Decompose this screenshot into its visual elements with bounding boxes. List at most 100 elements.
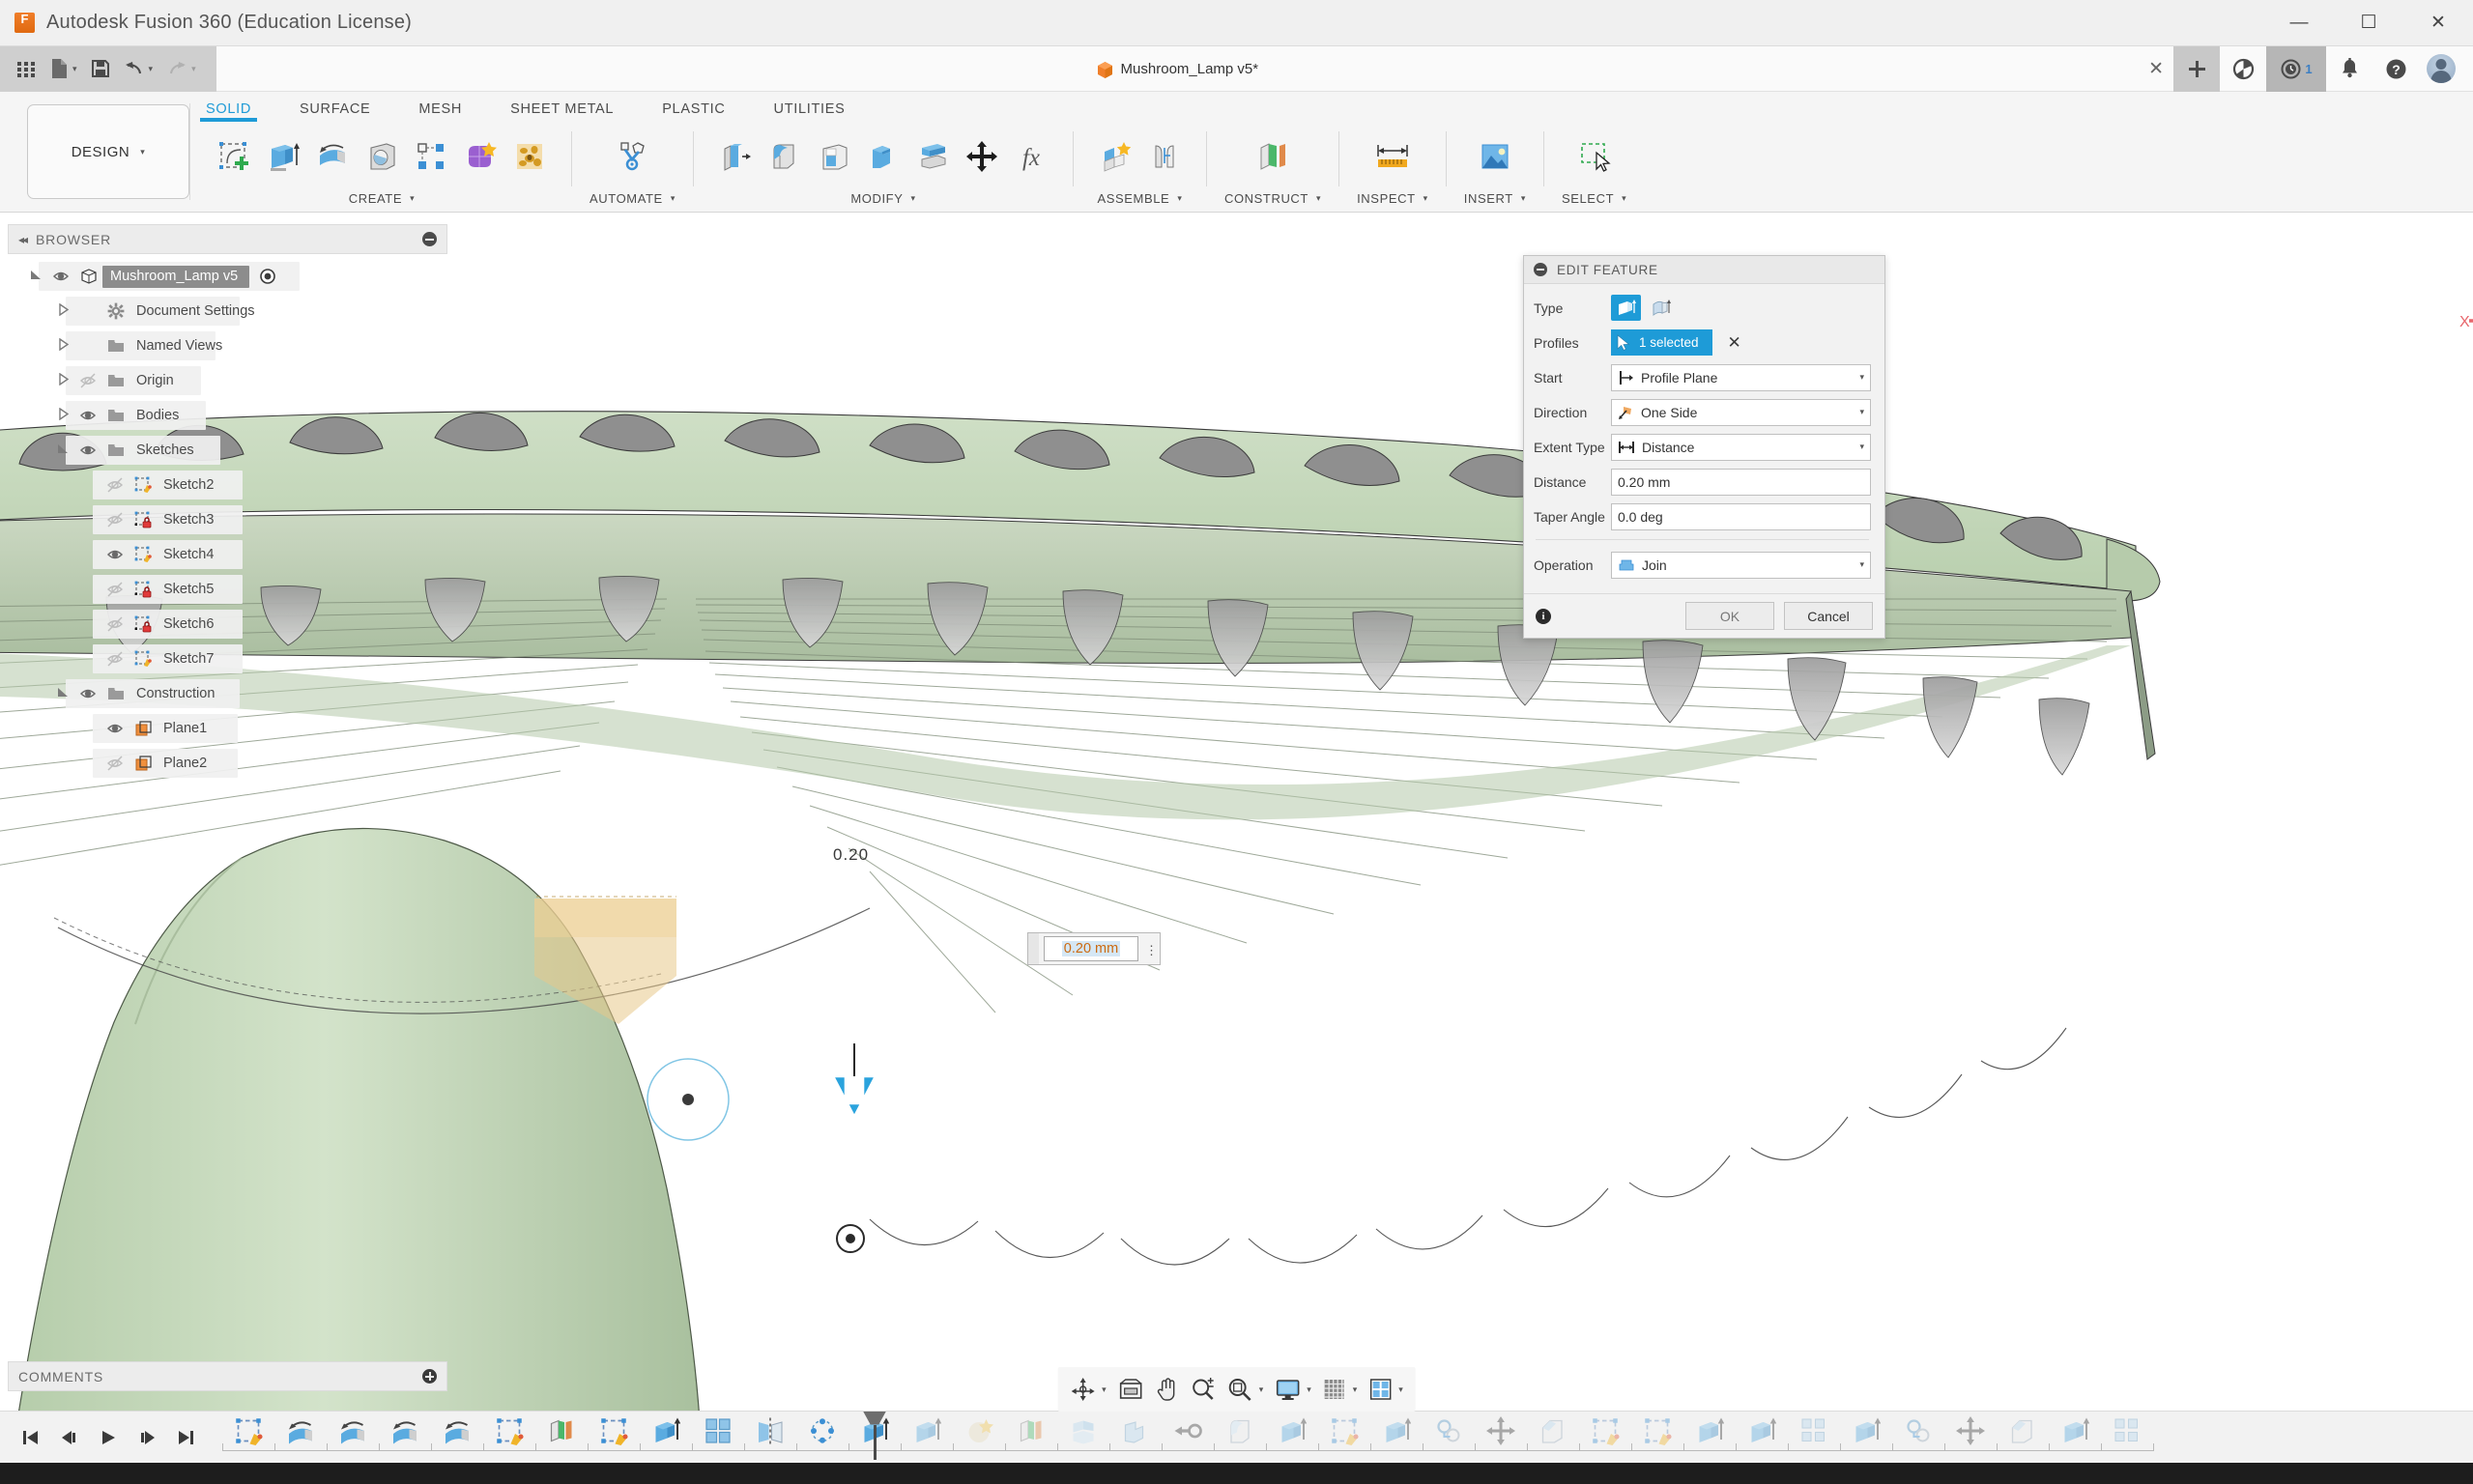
timeline-feature-mirror-icon[interactable] xyxy=(744,1413,796,1448)
change-parameters-icon[interactable]: fx xyxy=(1007,132,1055,181)
maximize-button[interactable]: ☐ xyxy=(2334,0,2403,46)
new-sketch-icon[interactable] xyxy=(210,132,258,181)
grid-snaps-icon[interactable]: ▾ xyxy=(1318,1371,1363,1408)
browser-item-sketch7[interactable]: Sketch7 xyxy=(8,642,447,676)
ribbon-group-construct-label[interactable]: CONSTRUCT ▾ xyxy=(1224,191,1321,212)
add-comment-icon[interactable] xyxy=(422,1369,437,1384)
move-copy-icon[interactable] xyxy=(958,132,1006,181)
browser-item-sketch5[interactable]: Sketch5 xyxy=(8,572,447,607)
twisty-expanded-icon[interactable] xyxy=(52,442,73,458)
browser-item-sketch4[interactable]: Sketch4 xyxy=(8,537,447,572)
go-to-beginning-icon[interactable] xyxy=(14,1420,48,1455)
twisty-collapsed-icon[interactable] xyxy=(52,302,73,319)
visibility-off-icon[interactable] xyxy=(73,372,102,389)
undo-icon[interactable]: ▾ xyxy=(117,52,160,86)
viewports-icon[interactable]: ▾ xyxy=(1364,1371,1408,1408)
pan-icon[interactable] xyxy=(1151,1371,1184,1408)
fit-view-icon[interactable] xyxy=(1113,1371,1149,1408)
workspace-selector[interactable]: DESIGN ▾ xyxy=(27,104,189,199)
dimension-input-field[interactable]: 0.20 mm xyxy=(1044,936,1138,961)
visibility-on-icon[interactable] xyxy=(73,407,102,424)
timeline-feature-combine-icon[interactable] xyxy=(1109,1413,1162,1448)
zoom-window-icon[interactable]: ▾ xyxy=(1222,1371,1269,1408)
generative-design-icon[interactable] xyxy=(505,132,554,181)
browser-item-sketches[interactable]: Sketches xyxy=(8,433,447,468)
timeline-feature-extrude-icon[interactable] xyxy=(1370,1413,1423,1448)
pattern-icon[interactable] xyxy=(407,132,455,181)
drag-grip-icon[interactable] xyxy=(1028,933,1039,964)
chevron-down-icon[interactable]: ▾ xyxy=(191,64,196,73)
joint-icon[interactable] xyxy=(1140,132,1189,181)
browser-item-sketch3[interactable]: Sketch3 xyxy=(8,502,447,537)
visibility-off-icon[interactable] xyxy=(101,511,129,528)
chevron-down-icon[interactable]: ▾ xyxy=(1859,407,1864,417)
ribbon-group-create-label[interactable]: CREATE ▾ xyxy=(349,191,416,212)
ribbon-group-inspect-label[interactable]: INSPECT ▾ xyxy=(1357,191,1428,212)
taper-angle-input[interactable]: 0.0 deg xyxy=(1611,502,1871,530)
ribbon-group-select-label[interactable]: SELECT ▾ xyxy=(1562,191,1626,212)
chevron-down-icon[interactable]: ▾ xyxy=(149,64,154,73)
timeline-feature-extrude-icon[interactable] xyxy=(640,1413,692,1448)
timeline-feature-sketch-icon[interactable] xyxy=(1631,1413,1683,1448)
comments-panel[interactable]: COMMENTS xyxy=(8,1361,447,1391)
tab-sheet-metal[interactable]: SHEET METAL xyxy=(504,101,619,122)
orbit-icon[interactable]: ▾ xyxy=(1065,1371,1111,1408)
visibility-on-icon[interactable] xyxy=(101,720,129,737)
timeline-feature-extrude-icon[interactable] xyxy=(1266,1413,1318,1448)
timeline-feature-pattern-icon[interactable] xyxy=(2101,1413,2153,1448)
timeline-feature-extrude-icon[interactable] xyxy=(1840,1413,1892,1448)
timeline-feature-sketch-icon[interactable] xyxy=(588,1413,640,1448)
visibility-off-icon[interactable] xyxy=(101,615,129,633)
browser-item-construction[interactable]: Construction xyxy=(8,676,447,711)
timeline-feature-sketch-icon[interactable] xyxy=(1579,1413,1631,1448)
twisty-collapsed-icon[interactable] xyxy=(52,337,73,354)
new-component-icon[interactable] xyxy=(1091,132,1139,181)
chevron-down-icon[interactable]: ▾ xyxy=(1859,372,1864,383)
shell-icon[interactable] xyxy=(810,132,858,181)
browser-item-sketch2[interactable]: Sketch2 xyxy=(8,468,447,502)
new-tab-button[interactable] xyxy=(2173,45,2220,92)
construct-plane-icon[interactable] xyxy=(1249,132,1297,181)
step-back-icon[interactable] xyxy=(52,1420,87,1455)
browser-item-plane2[interactable]: Plane2 xyxy=(8,746,447,781)
timeline-feature-appearance-icon[interactable] xyxy=(953,1413,1005,1448)
visibility-off-icon[interactable] xyxy=(101,581,129,598)
extensions-icon[interactable] xyxy=(2220,46,2266,92)
chevron-down-icon[interactable]: ▾ xyxy=(1307,1384,1311,1394)
close-button[interactable]: ✕ xyxy=(2403,0,2473,46)
display-settings-icon[interactable]: ▾ xyxy=(1270,1371,1316,1408)
direction-dropdown[interactable]: One Side ▾ xyxy=(1611,398,1871,426)
visibility-on-icon[interactable] xyxy=(73,685,102,702)
document-tab[interactable]: Mushroom_Lamp v5* xyxy=(1097,61,1258,78)
zoom-icon[interactable] xyxy=(1186,1371,1221,1408)
twisty-collapsed-icon[interactable] xyxy=(52,372,73,388)
press-pull-icon[interactable] xyxy=(711,132,760,181)
job-status-icon[interactable]: 1 xyxy=(2266,45,2326,92)
form-icon[interactable] xyxy=(456,132,504,181)
timeline-feature-fillet-icon[interactable] xyxy=(1214,1413,1266,1448)
timeline-feature-chamfer-icon[interactable] xyxy=(1527,1413,1579,1448)
info-icon[interactable]: i xyxy=(1536,608,1551,624)
visibility-on-icon[interactable] xyxy=(46,268,75,285)
timeline-feature-extrude-icon[interactable] xyxy=(901,1413,953,1448)
account-avatar[interactable] xyxy=(2427,54,2456,83)
extent-type-dropdown[interactable]: Distance ▾ xyxy=(1611,433,1871,461)
timeline-feature-split-body-icon[interactable] xyxy=(1057,1413,1109,1448)
chevron-down-icon[interactable]: ▾ xyxy=(1398,1384,1403,1394)
browser-minimize-icon[interactable] xyxy=(422,232,437,246)
close-tab-icon[interactable]: ✕ xyxy=(2139,58,2173,80)
browser-item-sketch6[interactable]: Sketch6 xyxy=(8,607,447,642)
tab-plastic[interactable]: PLASTIC xyxy=(656,101,731,122)
start-dropdown[interactable]: Profile Plane ▾ xyxy=(1611,363,1871,391)
chevron-down-icon[interactable]: ▾ xyxy=(1859,442,1864,452)
save-icon[interactable] xyxy=(84,52,117,86)
dimension-options-icon[interactable]: ⋮ xyxy=(1143,944,1160,956)
chevron-down-icon[interactable]: ▾ xyxy=(1259,1384,1264,1394)
notifications-bell-icon[interactable] xyxy=(2326,46,2372,92)
twisty-expanded-icon[interactable] xyxy=(52,686,73,701)
ribbon-group-insert-label[interactable]: INSERT ▾ xyxy=(1464,191,1526,212)
timeline-feature-circular-pattern-icon[interactable] xyxy=(796,1413,848,1448)
timeline-feature-thread-icon[interactable] xyxy=(1423,1413,1475,1448)
timeline-feature-sketch-icon[interactable] xyxy=(1318,1413,1370,1448)
dimension-input-widget[interactable]: 0.20 mm ⋮ xyxy=(1027,932,1161,965)
